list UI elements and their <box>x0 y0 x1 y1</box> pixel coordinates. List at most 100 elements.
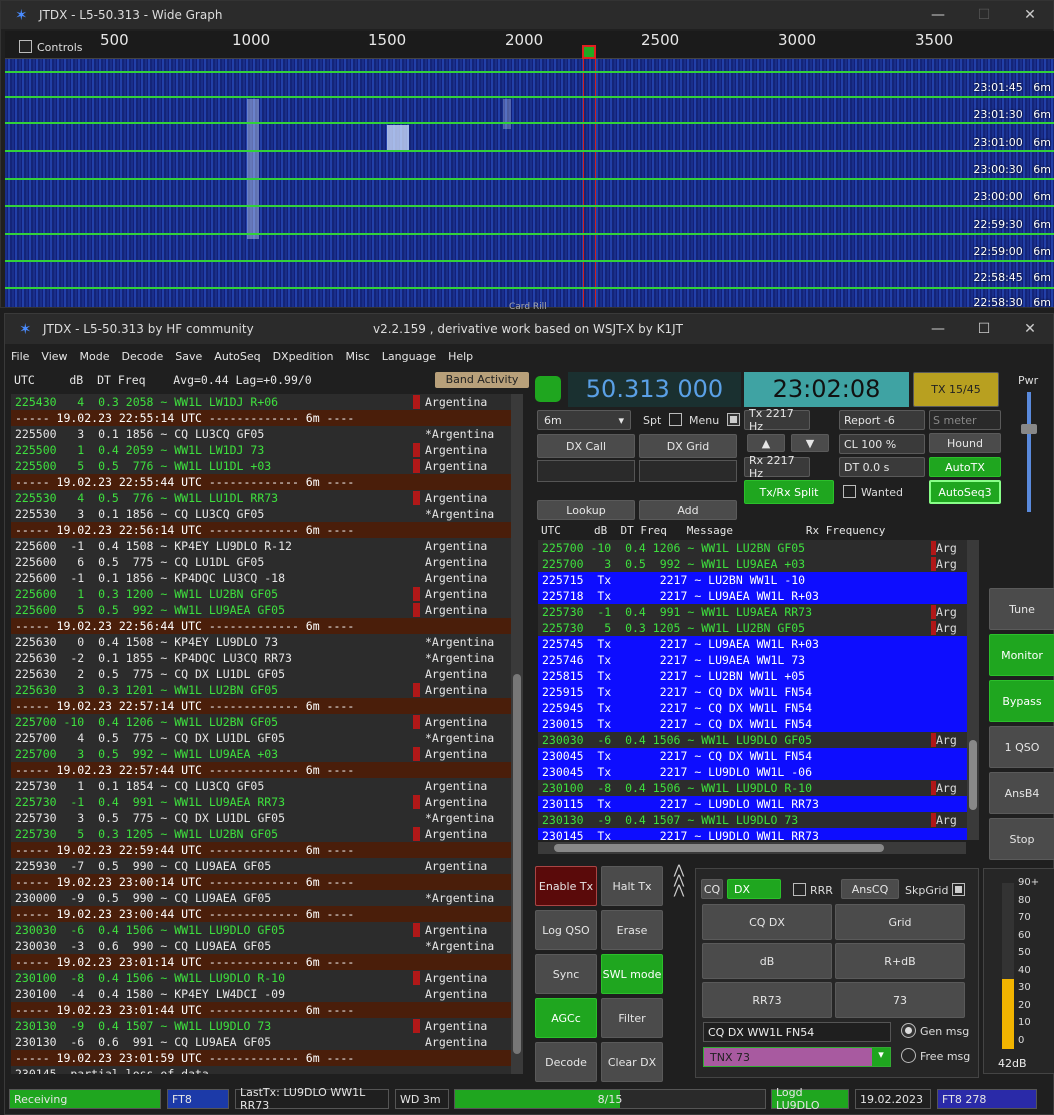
decode-row[interactable]: 225730 1 0.1 1854 ~ CQ LU3CQ GF05 Argenti… <box>11 778 511 794</box>
menu-misc[interactable]: Misc <box>339 348 375 368</box>
wanted-checkbox[interactable] <box>843 485 856 498</box>
tx-row[interactable]: 230145 Tx 2217 ~ LU9DLO WW1L RR73 <box>538 828 978 840</box>
autoseq3-button[interactable]: AutoSeq3 <box>929 480 1001 504</box>
menu-decode[interactable]: Decode <box>116 348 170 368</box>
tune-button[interactable]: Tune <box>989 588 1054 630</box>
decode-row[interactable]: 225730 3 0.5 775 ~ CQ DX LU1DL GF05 *Arge… <box>11 810 511 826</box>
decode-row[interactable]: 230000 -9 0.5 990 ~ CQ LU9AEA GF05 *Argen… <box>11 890 511 906</box>
73-button[interactable]: 73 <box>835 982 965 1018</box>
decode-button[interactable]: Decode <box>535 1042 597 1082</box>
grid-button[interactable]: Grid <box>835 904 965 940</box>
decode-row[interactable]: 230100 -4 0.4 1580 ~ KP4EY LW4DCI -09 Arg… <box>11 986 511 1002</box>
decode-row[interactable]: 225600 -1 0.1 1856 ~ KP4DQC LU3CQ -18 Arg… <box>11 570 511 586</box>
erase-button[interactable]: Erase <box>601 910 663 950</box>
tx-down-button[interactable]: ▼ <box>791 434 829 452</box>
cq-button[interactable]: CQ <box>701 879 723 899</box>
main-titlebar[interactable]: ✶ JTDX - L5-50.313 by HF community v2.2.… <box>5 314 1053 344</box>
dx-grid-input[interactable] <box>639 460 737 482</box>
decode-row[interactable]: 225500 5 0.5 776 ~ WW1L LU1DL +03 Argenti… <box>11 458 511 474</box>
decode-row[interactable]: 225730 -1 0.4 991 ~ WW1L LU9AEA RR73 Arge… <box>11 794 511 810</box>
decode-row[interactable]: 225930 -7 0.5 990 ~ CQ LU9AEA GF05 Argent… <box>11 858 511 874</box>
rx-row[interactable]: 225730 5 0.3 1205 ~ WW1L LU2BN GF05 Arg <box>538 620 978 636</box>
close-icon[interactable]: ✕ <box>1007 321 1053 337</box>
cq-direction-select[interactable]: DX <box>727 879 781 899</box>
dx-call-button[interactable]: DX Call <box>537 434 635 458</box>
menu-dxpedition[interactable]: DXpedition <box>267 348 340 368</box>
decode-row[interactable]: 225500 1 0.4 2059 ~ WW1L LW1DJ 73 Argenti… <box>11 442 511 458</box>
decode-row[interactable]: 230130 -6 0.6 991 ~ CQ LU9AEA GF05 Argent… <box>11 1034 511 1050</box>
period-separator[interactable]: ----- 19.02.23 23:01:14 UTC ------------… <box>11 954 511 970</box>
dx-call-input[interactable] <box>537 460 635 482</box>
free-msg-field[interactable]: TNX 73 ▾ <box>703 1047 891 1067</box>
period-separator[interactable]: ----- 19.02.23 22:56:44 UTC ------------… <box>11 618 511 634</box>
decode-row[interactable]: 230145 partial loss of data <box>11 1066 511 1074</box>
decode-row[interactable]: 230130 -9 0.4 1507 ~ WW1L LU9DLO 73 Argen… <box>11 1018 511 1034</box>
decode-row[interactable]: 225700 3 0.5 992 ~ WW1L LU9AEA +03 Argent… <box>11 746 511 762</box>
scrollbar-thumb[interactable] <box>554 844 884 852</box>
scrollbar-thumb[interactable] <box>969 740 977 810</box>
cl-spin[interactable]: CL 100 % <box>839 434 925 454</box>
sync-button[interactable]: Sync <box>535 954 597 994</box>
menu-checkbox[interactable] <box>727 413 740 426</box>
cq-dx-button[interactable]: CQ DX <box>702 904 832 940</box>
tx-rx-split-button[interactable]: Tx/Rx Split <box>744 480 834 504</box>
decode-row[interactable]: 225630 3 0.3 1201 ~ WW1L LU2BN GF05 Argen… <box>11 682 511 698</box>
menu-save[interactable]: Save <box>169 348 208 368</box>
anscq-button[interactable]: AnsCQ <box>841 879 899 899</box>
tx-row[interactable]: 225745 Tx 2217 ~ LU9AEA WW1L R+03 <box>538 636 978 652</box>
scrollbar-thumb[interactable] <box>513 674 521 1054</box>
decode-row[interactable]: 230030 -3 0.6 990 ~ CQ LU9AEA GF05 *Argen… <box>11 938 511 954</box>
swl-mode-button[interactable]: SWL mode <box>601 954 663 994</box>
menu-view[interactable]: View <box>35 348 73 368</box>
tx-row[interactable]: 230015 Tx 2217 ~ CQ DX WW1L FN54 <box>538 716 978 732</box>
decode-row[interactable]: 225630 0 0.4 1508 ~ KP4EY LU9DLO 73 *Arge… <box>11 634 511 650</box>
decode-row[interactable]: 225630 2 0.5 775 ~ CQ DX LU1DL GF05 Argen… <box>11 666 511 682</box>
decode-row[interactable]: 225730 5 0.3 1205 ~ WW1L LU2BN GF05 Argen… <box>11 826 511 842</box>
stop-button[interactable]: Stop <box>989 818 1054 860</box>
rx-frequency-spin[interactable]: Rx 2217 Hz <box>744 454 810 480</box>
menu-mode[interactable]: Mode <box>74 348 116 368</box>
decode-row[interactable]: 225500 3 0.1 1856 ~ CQ LU3CQ GF05 *Argent… <box>11 426 511 442</box>
decode-row[interactable]: 225530 3 0.1 1856 ~ CQ LU3CQ GF05 *Argent… <box>11 506 511 522</box>
period-separator[interactable]: ----- 19.02.23 23:01:44 UTC ------------… <box>11 1002 511 1018</box>
decode-row[interactable]: 230100 -8 0.4 1506 ~ WW1L LU9DLO R-10 Arg… <box>11 970 511 986</box>
period-separator[interactable]: ----- 19.02.23 22:55:44 UTC ------------… <box>11 474 511 490</box>
decode-row[interactable]: 225700 4 0.5 775 ~ CQ DX LU1DL GF05 *Arge… <box>11 730 511 746</box>
pwr-slider-handle[interactable] <box>1021 424 1037 434</box>
tx-row[interactable]: 225815 Tx 2217 ~ LU2BN WW1L +05 <box>538 668 978 684</box>
r-db-button[interactable]: R+dB <box>835 943 965 979</box>
rx-row[interactable]: 225700 3 0.5 992 ~ WW1L LU9AEA +03 Arg <box>538 556 978 572</box>
gen-msg-field[interactable]: CQ DX WW1L FN54 <box>703 1022 891 1042</box>
bypass-button[interactable]: Bypass <box>989 680 1054 722</box>
one-qso-button[interactable]: 1 QSO <box>989 726 1054 768</box>
tx-row[interactable]: 230115 Tx 2217 ~ LU9DLO WW1L RR73 <box>538 796 978 812</box>
tx-row[interactable]: 225945 Tx 2217 ~ CQ DX WW1L FN54 <box>538 700 978 716</box>
period-separator[interactable]: ----- 19.02.23 22:56:14 UTC ------------… <box>11 522 511 538</box>
autotx-button[interactable]: AutoTX <box>929 457 1001 477</box>
period-separator[interactable]: ----- 19.02.23 23:00:44 UTC ------------… <box>11 906 511 922</box>
gen-msg-radio[interactable] <box>901 1023 916 1038</box>
rx-row[interactable]: 225700 -10 0.4 1206 ~ WW1L LU2BN GF05 Arg <box>538 540 978 556</box>
minimize-icon[interactable]: — <box>915 321 961 337</box>
skpgrid-checkbox[interactable] <box>952 883 965 896</box>
tx-row[interactable]: 230045 Tx 2217 ~ LU9DLO WW1L -06 <box>538 764 978 780</box>
decode-row[interactable]: 225430 4 0.3 2058 ~ WW1L LW1DJ R+06 Argen… <box>11 394 511 410</box>
tx-frequency-spin[interactable]: Tx 2217 Hz <box>744 407 810 433</box>
db-button[interactable]: dB <box>702 943 832 979</box>
spt-checkbox[interactable] <box>669 413 682 426</box>
chevron-down-icon[interactable]: ▾ <box>872 1048 890 1066</box>
period-separator[interactable]: ----- 19.02.23 22:59:44 UTC ------------… <box>11 842 511 858</box>
hound-button[interactable]: Hound <box>929 433 1001 453</box>
rx-row[interactable]: 230130 -9 0.4 1507 ~ WW1L LU9DLO 73 Arg <box>538 812 978 828</box>
decode-row[interactable]: 230030 -6 0.4 1506 ~ WW1L LU9DLO GF05 Arg… <box>11 922 511 938</box>
tx-rx-marker[interactable] <box>582 45 596 59</box>
decode-row[interactable]: 225600 6 0.5 775 ~ CQ LU1DL GF05 Argentin… <box>11 554 511 570</box>
decode-row[interactable]: 225600 5 0.5 992 ~ WW1L LU9AEA GF05 Argen… <box>11 602 511 618</box>
log-qso-button[interactable]: Log QSO <box>535 910 597 950</box>
frequency-scale[interactable]: Controls 500 1000 1500 2000 2500 3000 35… <box>5 31 1054 59</box>
lookup-button[interactable]: Lookup <box>537 500 635 520</box>
menu-autoseq[interactable]: AutoSeq <box>208 348 266 368</box>
period-separator[interactable]: ----- 19.02.23 22:57:14 UTC ------------… <box>11 698 511 714</box>
filter-button[interactable]: Filter <box>601 998 663 1038</box>
agcc-button[interactable]: AGCc <box>535 998 597 1038</box>
